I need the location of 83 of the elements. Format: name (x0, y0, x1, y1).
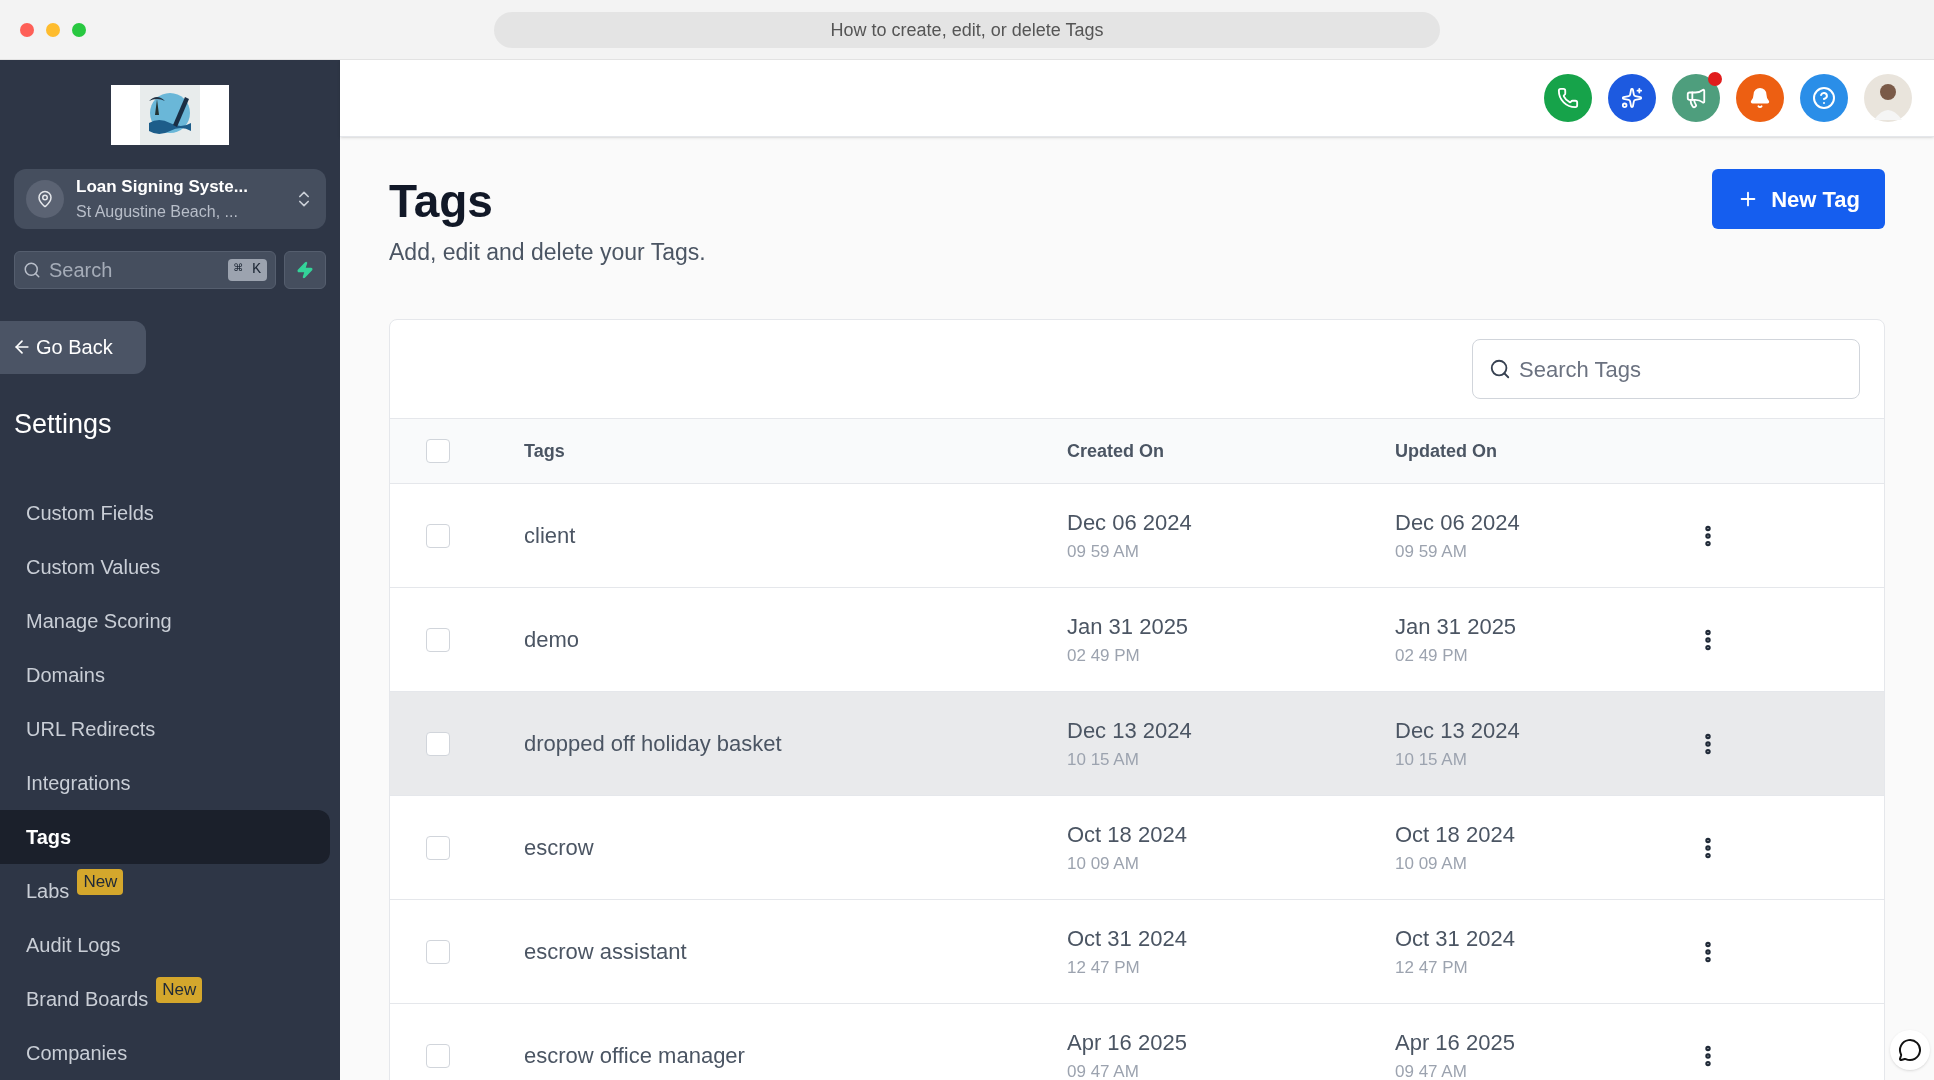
megaphone-icon[interactable] (1672, 74, 1720, 122)
megaphone-glyph-icon (1685, 87, 1707, 109)
sidebar-item[interactable]: Custom Fields (0, 486, 330, 540)
column-header[interactable]: Tags (524, 437, 1067, 465)
sidebar-item[interactable]: Labs New (0, 864, 330, 918)
tag-name: escrow assistant (524, 939, 687, 964)
updated-date: Oct 31 2024 (1395, 925, 1516, 954)
created-date: Oct 18 2024 (1067, 821, 1188, 850)
search-tags-input[interactable]: Search Tags (1519, 352, 1843, 386)
tag-name: escrow office manager (524, 1043, 745, 1068)
phone-icon[interactable] (1544, 74, 1592, 122)
updated-time: 12 47 PM (1395, 957, 1469, 980)
quick-action-button[interactable] (284, 251, 326, 290)
updated-time: 10 15 AM (1395, 749, 1468, 772)
column-header[interactable]: Created On (1067, 437, 1395, 465)
updated-time: 02 49 PM (1395, 645, 1469, 668)
location-icon (26, 180, 64, 219)
search-icon (23, 261, 41, 280)
lightning-icon (296, 261, 314, 280)
created-time: 10 15 AM (1067, 749, 1140, 772)
tag-name: demo (524, 627, 580, 652)
section-title: Settings (13, 407, 113, 441)
tag-name: client (524, 523, 576, 548)
account-location: St Augustine Beach, ... (76, 201, 239, 222)
chat-icon[interactable] (1890, 1030, 1930, 1070)
avatar[interactable] (1864, 74, 1912, 122)
new-tag-button[interactable]: New Tag (1712, 169, 1885, 229)
sidebar-item[interactable]: URL Redirects (0, 702, 330, 756)
account-switcher[interactable]: Loan Signing Syste... St Augustine Beach, ... (14, 169, 326, 230)
search-input[interactable]: Search (49, 255, 220, 286)
created-date: Jan 31 2025 (1067, 613, 1190, 642)
sidebar-item[interactable]: Integrations (0, 756, 330, 810)
created-time: 02 49 PM (1067, 645, 1141, 668)
new-badge: New (77, 869, 124, 895)
created-time: 09 47 AM (1067, 1061, 1140, 1080)
shortcut-key: ⌘ K (227, 258, 267, 282)
row-checkbox[interactable] (426, 1043, 450, 1068)
page-title: Tags (389, 174, 494, 229)
tag-name: escrow (524, 835, 594, 860)
created-date: Apr 16 2025 (1067, 1029, 1188, 1058)
search-field[interactable]: Search ⌘ K (14, 251, 276, 290)
updated-time: 09 47 AM (1395, 1061, 1468, 1080)
table-row[interactable]: dropped off holiday basket Dec 13 2024 10 15 AM Dec 13 2024 10 15 AM (390, 692, 1884, 796)
sidebar-item[interactable]: Domains (0, 648, 330, 702)
sidebar-item[interactable]: Manage Scoring (0, 594, 330, 648)
window-title: How to create, edit, or delete Tags (494, 12, 1440, 48)
search-icon (1489, 358, 1511, 380)
created-time: 12 47 PM (1067, 957, 1141, 980)
updated-date: Oct 18 2024 (1395, 821, 1516, 850)
updated-date: Dec 13 2024 (1395, 717, 1521, 746)
maximize-window-icon[interactable] (72, 22, 86, 37)
sidebar-item[interactable]: Audit Logs (0, 918, 330, 972)
column-header[interactable]: Updated On (1395, 437, 1695, 465)
sidebar-item[interactable]: Brand Boards New (0, 972, 330, 1026)
go-back-button[interactable]: Go Back (0, 321, 146, 374)
updated-time: 09 59 AM (1395, 541, 1468, 564)
created-time: 09 59 AM (1067, 541, 1140, 564)
updated-date: Dec 06 2024 (1395, 509, 1521, 538)
row-checkbox[interactable] (426, 939, 450, 964)
row-checkbox[interactable] (426, 835, 450, 860)
updated-date: Apr 16 2025 (1395, 1029, 1516, 1058)
created-time: 10 09 AM (1067, 853, 1140, 876)
created-date: Dec 06 2024 (1067, 509, 1193, 538)
updated-date: Jan 31 2025 (1395, 613, 1518, 642)
page-subtitle: Add, edit and delete your Tags. (389, 237, 706, 267)
sidebar-item[interactable]: Tags (0, 810, 330, 864)
sidebar-item[interactable]: Companies (0, 1026, 330, 1080)
close-window-icon[interactable] (20, 22, 34, 37)
account-name: Loan Signing Syste... (76, 176, 249, 199)
sidebar-item[interactable]: Custom Values (0, 540, 330, 594)
tag-name: dropped off holiday basket (524, 731, 782, 756)
help-icon[interactable] (1800, 74, 1848, 122)
updated-time: 10 09 AM (1395, 853, 1468, 876)
created-date: Oct 31 2024 (1067, 925, 1188, 954)
bell-icon[interactable] (1736, 74, 1784, 122)
sparkles-icon[interactable] (1608, 74, 1656, 122)
new-badge: New (156, 977, 203, 1003)
row-checkbox[interactable] (426, 731, 450, 756)
row-checkbox[interactable] (426, 627, 450, 652)
created-date: Dec 13 2024 (1067, 717, 1193, 746)
search-tags-field[interactable]: Search Tags (1472, 339, 1860, 399)
row-checkbox[interactable] (426, 523, 450, 548)
select-all-checkbox[interactable] (426, 439, 450, 463)
